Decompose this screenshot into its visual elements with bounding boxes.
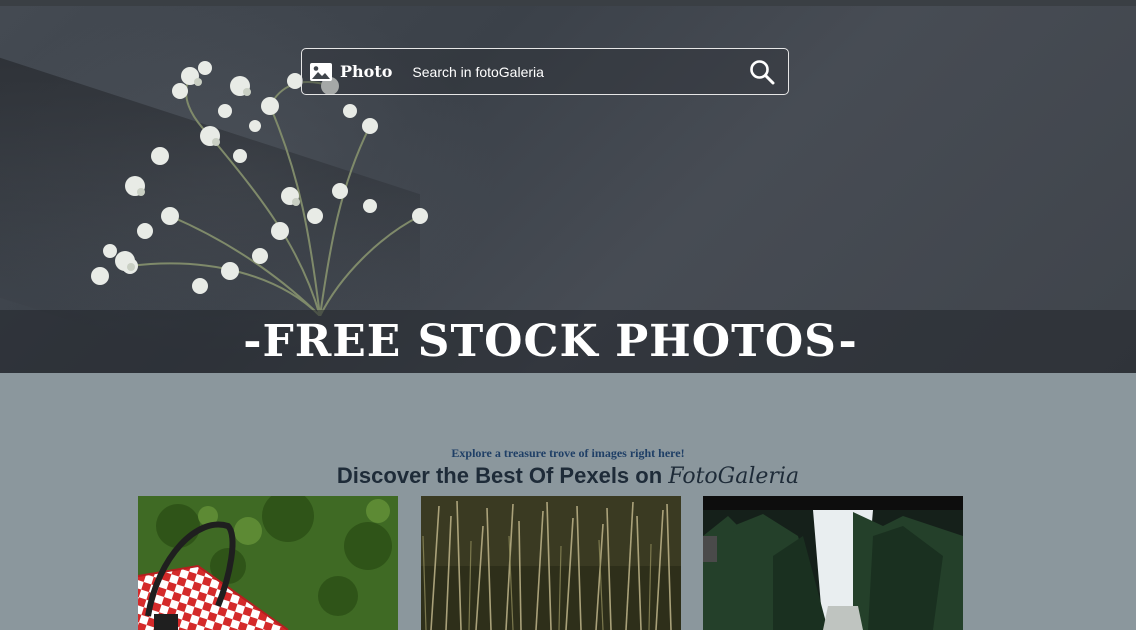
- search-bar: Photo: [301, 48, 789, 95]
- headline-text: Discover the Best Of Pexels on: [336, 463, 669, 488]
- headline-brand: FotoGaleria: [668, 464, 800, 489]
- search-input[interactable]: [412, 56, 742, 87]
- gallery-photo-grass[interactable]: [421, 496, 681, 630]
- gallery-photo-picnic[interactable]: [138, 496, 398, 630]
- forest-photo: [703, 496, 963, 630]
- brand-logo[interactable]: Photo: [302, 49, 392, 94]
- search-button[interactable]: [742, 52, 782, 92]
- search-icon: [750, 59, 775, 84]
- brand-label: Photo: [340, 62, 393, 81]
- picnic-photo: [138, 496, 398, 630]
- image-icon: [310, 62, 332, 81]
- hero-title-band: -FREE STOCK PHOTOS-: [0, 310, 1136, 373]
- photo-gallery: [0, 496, 1136, 630]
- intro-headline: Discover the Best Of Pexels on FotoGaler…: [0, 463, 1136, 489]
- intro-tagline: Explore a treasure trove of images right…: [451, 446, 685, 460]
- hero-title: -FREE STOCK PHOTOS-: [243, 316, 858, 367]
- gallery-photo-forest[interactable]: [703, 496, 963, 630]
- grass-photo: [421, 496, 681, 630]
- intro-section: Explore a treasure trove of images right…: [0, 446, 1136, 489]
- hero-banner: Photo -FREE STOCK PHOTOS-: [0, 6, 1136, 373]
